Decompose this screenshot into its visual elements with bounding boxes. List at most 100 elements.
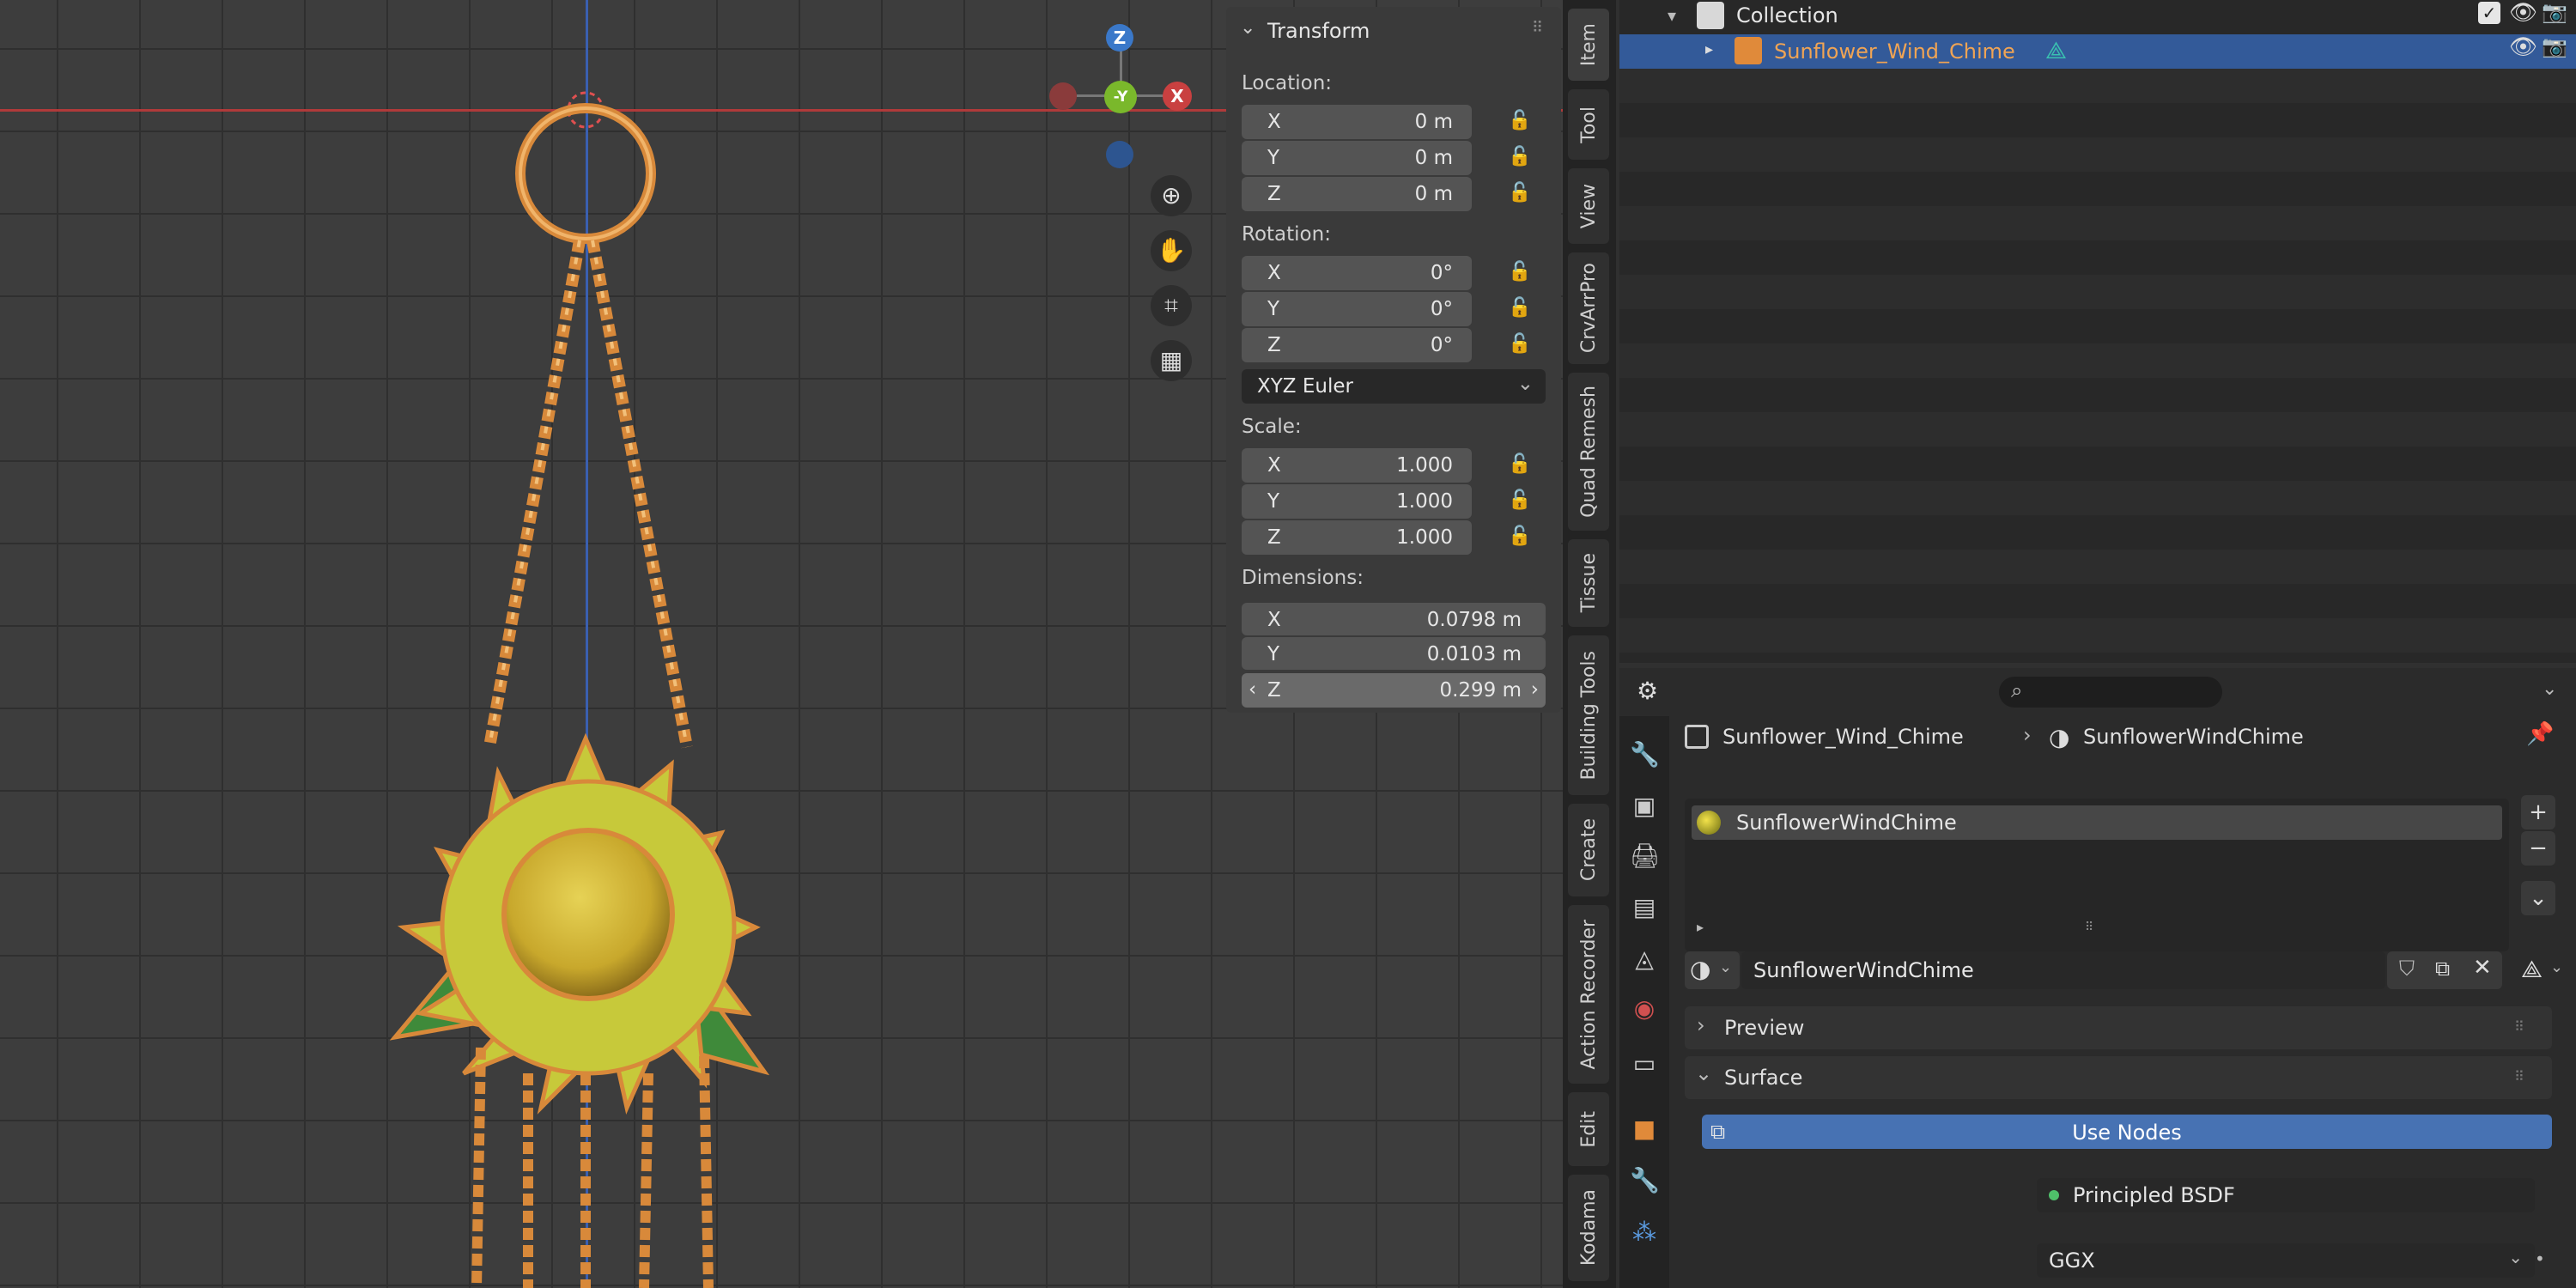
world-icon[interactable]: ◉	[1630, 994, 1659, 1024]
lock-icon[interactable]: 🔓	[1505, 526, 1534, 551]
tab-building-tools[interactable]: Building Tools	[1568, 635, 1609, 795]
scene-icon[interactable]: ◬	[1630, 945, 1659, 974]
camera-render-icon[interactable]: 📷	[2542, 34, 2567, 58]
camera-render-icon[interactable]: 📷	[2542, 0, 2567, 24]
location-y-field[interactable]: Y0 m	[1242, 141, 1472, 175]
outliner-empty-row	[1619, 343, 2576, 378]
gizmo-neg-z-axis[interactable]	[1106, 141, 1133, 168]
lock-icon[interactable]: 🔓	[1505, 453, 1534, 479]
remove-slot-button[interactable]: −	[2521, 831, 2555, 866]
gizmo-neg-x-axis[interactable]	[1049, 82, 1077, 110]
tab-quad-remesh[interactable]: Quad Remesh	[1568, 373, 1609, 531]
render-icon[interactable]: ▣	[1630, 792, 1659, 821]
use-nodes-button[interactable]: ⧉ Use Nodes	[1702, 1115, 2552, 1149]
properties-header: ⚙ ⌕ ⌄	[1619, 668, 2576, 716]
perspective-grid-icon[interactable]: ▦	[1151, 340, 1192, 381]
tab-create[interactable]: Create	[1568, 804, 1609, 896]
tab-crvarrpro[interactable]: CrvArrPro	[1568, 252, 1609, 364]
lock-icon[interactable]: 🔓	[1505, 146, 1534, 172]
slot-specials-button[interactable]: ⌄	[2521, 881, 2555, 915]
tab-view[interactable]: View	[1568, 168, 1609, 244]
material-datablock-row: ◑ ⌄ SunflowerWindChime ⛉ ⧉ ✕ ⟁ ⌄	[1685, 951, 2576, 989]
rotation-y-field[interactable]: Y 0°	[1242, 292, 1472, 326]
lock-icon[interactable]: 🔓	[1505, 333, 1534, 359]
view-layer-icon[interactable]: ▤	[1630, 893, 1659, 922]
unlink-close-icon[interactable]: ✕	[2473, 955, 2492, 981]
dimensions-z-field[interactable]: ‹ Z 0.299 m ›	[1242, 673, 1546, 708]
scale-x-field[interactable]: X 1.000	[1242, 448, 1472, 483]
fake-user-shield-icon[interactable]: ⛉	[2399, 957, 2415, 981]
surface-section-header[interactable]: ⌄ Surface ⠿	[1685, 1056, 2552, 1099]
duplicate-icon[interactable]: ⧉	[2435, 957, 2450, 981]
add-slot-button[interactable]: +	[2521, 795, 2555, 829]
preview-section-header[interactable]: › Preview ⠿	[1685, 1006, 2552, 1049]
navigation-gizmo[interactable]: Z -Y X	[1048, 17, 1211, 172]
surface-shader-select[interactable]: Principled BSDF	[2037, 1178, 2535, 1212]
object-tab-icon[interactable]: ■	[1630, 1115, 1659, 1144]
outliner-row-collection[interactable]: ▾ Collection ✓ 👁 📷	[1619, 0, 2576, 34]
tab-kodama[interactable]: Kodama	[1568, 1175, 1609, 1281]
pin-icon[interactable]: 📌	[2526, 721, 2554, 747]
location-z-field[interactable]: Z0 m	[1242, 177, 1472, 211]
exclude-checkbox[interactable]: ✓	[2478, 2, 2500, 24]
scale-z-field[interactable]: Z 1.000	[1242, 520, 1472, 555]
location-x-field[interactable]: X0 m	[1242, 105, 1472, 139]
chevron-down-icon[interactable]: ⌄	[2542, 678, 2557, 700]
dimensions-label: Dimensions:	[1242, 567, 1364, 589]
tab-tissue[interactable]: Tissue	[1568, 539, 1609, 627]
expand-triangle-icon[interactable]: ▾	[1668, 5, 1676, 26]
pan-hand-icon[interactable]: ✋	[1151, 230, 1192, 271]
drag-handle-icon[interactable]: ⠿	[1532, 19, 1543, 37]
scale-y-field[interactable]: Y 1.000	[1242, 484, 1472, 519]
tab-action-recorder[interactable]: Action Recorder	[1568, 905, 1609, 1084]
eye-icon[interactable]: 👁	[2509, 0, 2537, 26]
outliner-empty-row	[1619, 481, 2576, 515]
tab-edit[interactable]: Edit	[1568, 1092, 1609, 1166]
outliner-row-sunflower[interactable]: ▸ Sunflower_Wind_Chime ⟁ 👁 📷	[1619, 34, 2576, 69]
drag-handle-icon: ⠿	[2514, 1018, 2524, 1035]
dimensions-x-field[interactable]: X 0.0798 m	[1242, 603, 1546, 635]
particles-icon[interactable]: ⁂	[1630, 1218, 1659, 1247]
material-name-field[interactable]: SunflowerWindChime	[1741, 951, 2385, 989]
collection-tab-icon[interactable]: ▭	[1630, 1049, 1659, 1078]
distribution-select[interactable]: GGX ⌄	[2037, 1243, 2535, 1278]
expand-triangle-icon[interactable]: ▸	[1697, 919, 1704, 935]
lock-icon[interactable]: 🔓	[1505, 297, 1534, 323]
rotation-mode-select[interactable]: XYZ Euler ⌄	[1242, 369, 1546, 404]
mesh-data-icon[interactable]: ⟁	[2045, 36, 2067, 65]
search-icon: ⌕	[2011, 678, 2023, 702]
tab-tool[interactable]: Tool	[1568, 89, 1609, 160]
lock-icon[interactable]: 🔓	[1505, 261, 1534, 287]
lock-icon[interactable]: 🔓	[1505, 182, 1534, 208]
dimensions-y-field[interactable]: Y 0.0103 m	[1242, 637, 1546, 670]
editor-type-icon[interactable]: ⚙	[1637, 677, 1658, 705]
keyframe-dot-icon[interactable]: •	[2535, 1249, 2545, 1269]
material-browse-button[interactable]: ◑ ⌄	[1685, 951, 1740, 989]
output-icon[interactable]: 🖨	[1630, 841, 1661, 871]
tool-icon[interactable]: 🔧	[1630, 740, 1660, 769]
camera-view-icon[interactable]: ⌗	[1151, 285, 1192, 326]
eye-icon[interactable]: 👁	[2509, 34, 2537, 60]
gizmo-x-axis[interactable]: X	[1163, 82, 1192, 111]
list-item[interactable]: SunflowerWindChime	[1692, 805, 2502, 840]
tab-item[interactable]: Item	[1568, 9, 1609, 81]
sunflower-wind-chime-model[interactable]	[361, 77, 807, 1288]
zoom-icon[interactable]: ⊕	[1151, 175, 1192, 216]
chevron-right-icon[interactable]: ›	[1531, 678, 1539, 701]
rotation-z-field[interactable]: Z 0°	[1242, 328, 1472, 362]
chevron-left-icon[interactable]: ‹	[1249, 678, 1256, 701]
gizmo-z-axis[interactable]: Z	[1106, 24, 1133, 52]
material-sphere-icon: ◑	[1690, 955, 1711, 983]
rotation-x-field[interactable]: X 0°	[1242, 256, 1472, 290]
expand-triangle-icon[interactable]: ▸	[1705, 40, 1713, 58]
lock-icon[interactable]: 🔓	[1505, 110, 1534, 136]
mesh-link-button[interactable]: ⟁ ⌄	[2518, 951, 2569, 989]
material-slot-list: SunflowerWindChime ▸ ⠿	[1685, 799, 2509, 951]
transform-panel-header[interactable]: ⌄ Transform ⠿	[1226, 7, 1561, 55]
properties-search-input[interactable]: ⌕	[1999, 677, 2222, 708]
lock-icon[interactable]: 🔓	[1505, 489, 1534, 515]
resize-handle-icon[interactable]: ⠿	[2085, 920, 2093, 934]
outliner-empty-row	[1619, 69, 2576, 103]
gizmo-neg-y-axis[interactable]: -Y	[1104, 81, 1137, 113]
location-label: Location:	[1242, 72, 1333, 94]
